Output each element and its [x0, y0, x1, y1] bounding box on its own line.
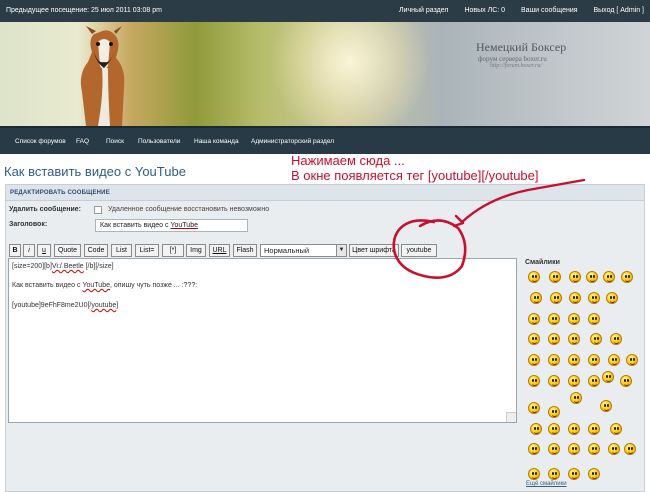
annotation-circle-arrow [392, 178, 586, 279]
